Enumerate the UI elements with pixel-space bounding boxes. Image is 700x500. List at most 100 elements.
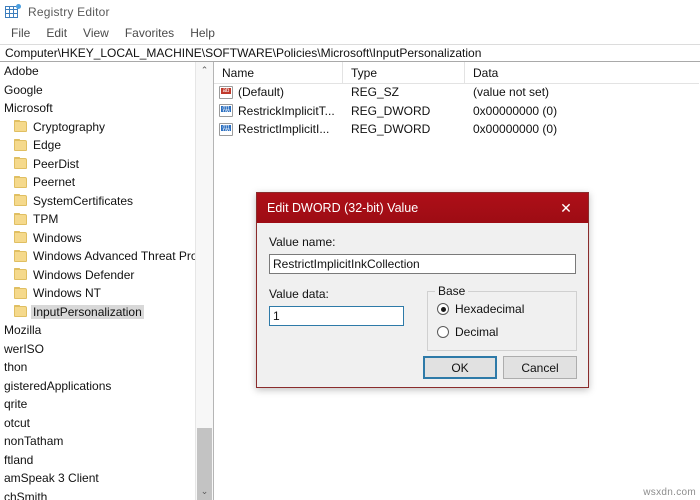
- tree-item-label: Adobe: [4, 64, 39, 79]
- tree-item-label: nonTatham: [4, 434, 64, 449]
- tree-item-windows-advanced-threat-protec[interactable]: Windows Advanced Threat Protec: [0, 247, 196, 266]
- tree-item-label: Cryptography: [33, 119, 106, 134]
- watermark: wsxdn.com: [643, 487, 696, 498]
- cancel-button[interactable]: Cancel: [503, 356, 577, 379]
- registry-tree[interactable]: Adobe Google Microsoft Cryptography Edge Peer…: [0, 62, 196, 500]
- tree-item-edge[interactable]: Edge: [0, 136, 196, 155]
- value-name-input[interactable]: [269, 254, 576, 274]
- value-name-text: RestrictImplicitI...: [238, 122, 330, 137]
- tree-item-microsoft[interactable]: Microsoft: [0, 99, 196, 118]
- radio-hexadecimal[interactable]: Hexadecimal: [437, 302, 524, 316]
- tree-item-label: werISO: [4, 341, 45, 356]
- folder-icon: [14, 138, 27, 151]
- scroll-down-arrow-icon[interactable]: ⌄: [196, 483, 213, 500]
- tree-item-mozilla[interactable]: Mozilla: [0, 321, 196, 340]
- tree-item-thon[interactable]: thon: [0, 358, 196, 377]
- tree-item-windows[interactable]: Windows: [0, 229, 196, 248]
- tree-item-label: gisteredApplications: [4, 378, 112, 393]
- value-name-label: Value name:: [269, 235, 336, 249]
- values-column-header: Name Type Data: [214, 62, 699, 84]
- radio-hexadecimal-icon: [437, 303, 449, 315]
- registry-editor-window: Registry Editor File Edit View Favorites…: [0, 0, 700, 500]
- value-data-label: Value data:: [269, 287, 329, 301]
- tree-item-label: thon: [4, 360, 28, 375]
- tree-item-label: InputPersonalization: [31, 304, 144, 319]
- column-header-type[interactable]: Type: [343, 62, 465, 83]
- dialog-body: Value name: Value data: Base Hexadecimal…: [257, 223, 588, 387]
- column-header-data[interactable]: Data: [465, 62, 699, 83]
- tree-item-label: otcut: [4, 415, 31, 430]
- folder-icon: [14, 212, 27, 225]
- string-value-icon: ab: [219, 85, 233, 99]
- tree-item-label: amSpeak 3 Client: [4, 471, 99, 486]
- tree-item-adobe[interactable]: Adobe: [0, 62, 196, 81]
- values-list: ab (Default) REG_SZ (value not set) 011 100 Re…: [214, 83, 699, 139]
- tree-item-systemcertificates[interactable]: SystemCertificates: [0, 192, 196, 211]
- table-row[interactable]: 011 100 RestrictImplicitI... REG_DWORD 0x000…: [214, 120, 699, 139]
- tree-item-weriso[interactable]: werISO: [0, 340, 196, 359]
- tree-item-gisteredapplications[interactable]: gisteredApplications: [0, 377, 196, 396]
- value-name-text: (Default): [238, 85, 285, 100]
- tree-item-label: PeerDist: [33, 156, 80, 171]
- tree-item-otcut[interactable]: otcut: [0, 414, 196, 433]
- radio-decimal[interactable]: Decimal: [437, 325, 498, 339]
- tree-item-cryptography[interactable]: Cryptography: [0, 118, 196, 137]
- edit-dword-dialog: Edit DWORD (32-bit) Value ✕ Value name: …: [256, 192, 589, 388]
- base-group-label: Base: [435, 284, 469, 298]
- tree-item-qrite[interactable]: qrite: [0, 395, 196, 414]
- menu-edit[interactable]: Edit: [39, 24, 74, 42]
- menu-bar: File Edit View Favorites Help: [0, 23, 700, 43]
- menu-help[interactable]: Help: [183, 24, 222, 42]
- radio-hexadecimal-label: Hexadecimal: [455, 302, 525, 316]
- folder-icon: [14, 157, 27, 170]
- menu-file[interactable]: File: [4, 24, 37, 42]
- icon-glyph: ab: [221, 87, 231, 94]
- tree-item-google[interactable]: Google: [0, 81, 196, 100]
- ok-button[interactable]: OK: [423, 356, 497, 379]
- tree-item-ftland[interactable]: ftland: [0, 451, 196, 470]
- tree-item-label: Microsoft: [4, 101, 53, 116]
- cell-type: REG_DWORD: [351, 103, 431, 118]
- title-bar: Registry Editor: [0, 0, 700, 23]
- registry-tree-panel: Adobe Google Microsoft Cryptography Edge Peer…: [0, 62, 214, 500]
- dword-value-icon: 011 100: [219, 104, 233, 118]
- tree-item-windows-nt[interactable]: Windows NT: [0, 284, 196, 303]
- tree-item-chsmith[interactable]: chSmith: [0, 488, 196, 500]
- close-icon[interactable]: ✕: [544, 193, 588, 223]
- menu-view[interactable]: View: [76, 24, 116, 42]
- dword-value-icon: 011 100: [219, 122, 233, 136]
- scroll-up-arrow-icon[interactable]: ⌃: [196, 62, 213, 79]
- tree-item-label: Edge: [33, 138, 62, 153]
- value-data-input[interactable]: [269, 306, 404, 326]
- radio-decimal-icon: [437, 326, 449, 338]
- menu-favorites[interactable]: Favorites: [118, 24, 181, 42]
- tree-item-peernet[interactable]: Peernet: [0, 173, 196, 192]
- table-row[interactable]: ab (Default) REG_SZ (value not set): [214, 83, 699, 102]
- cell-name: 011 100 RestrickImplicitT...: [214, 104, 343, 118]
- dialog-title: Edit DWORD (32-bit) Value: [267, 201, 419, 215]
- tree-item-label: Windows: [33, 230, 82, 245]
- base-group-box: [427, 291, 577, 351]
- tree-item-tpm[interactable]: TPM: [0, 210, 196, 229]
- tree-vertical-scrollbar[interactable]: ⌃ ⌄: [195, 62, 213, 500]
- tree-item-label: chSmith: [4, 489, 48, 500]
- icon-glyph: 011 100: [221, 124, 231, 135]
- cell-name: ab (Default): [214, 85, 343, 99]
- tree-item-windows-defender[interactable]: Windows Defender: [0, 266, 196, 285]
- column-header-name[interactable]: Name: [214, 62, 343, 83]
- cell-data: 0x00000000 (0): [473, 122, 558, 137]
- cell-data: 0x00000000 (0): [473, 103, 558, 118]
- registry-editor-icon: [5, 3, 21, 20]
- address-bar[interactable]: Computer\HKEY_LOCAL_MACHINE\SOFTWARE\Pol…: [0, 44, 700, 62]
- tree-item-inputpersonalization[interactable]: InputPersonalization: [0, 303, 196, 322]
- dialog-title-bar: Edit DWORD (32-bit) Value ✕: [257, 193, 588, 223]
- tree-item-label: TPM: [33, 212, 59, 227]
- value-name-text: RestrickImplicitT...: [238, 103, 335, 118]
- tree-item-nontatham[interactable]: nonTatham: [0, 432, 196, 451]
- tree-item-label: Google: [4, 82, 43, 97]
- table-row[interactable]: 011 100 RestrickImplicitT... REG_DWORD 0x000…: [214, 102, 699, 121]
- tree-item-peerdist[interactable]: PeerDist: [0, 155, 196, 174]
- window-title: Registry Editor: [28, 4, 110, 19]
- tree-item-amspeak-3-client[interactable]: amSpeak 3 Client: [0, 469, 196, 488]
- tree-item-label: ftland: [4, 452, 34, 467]
